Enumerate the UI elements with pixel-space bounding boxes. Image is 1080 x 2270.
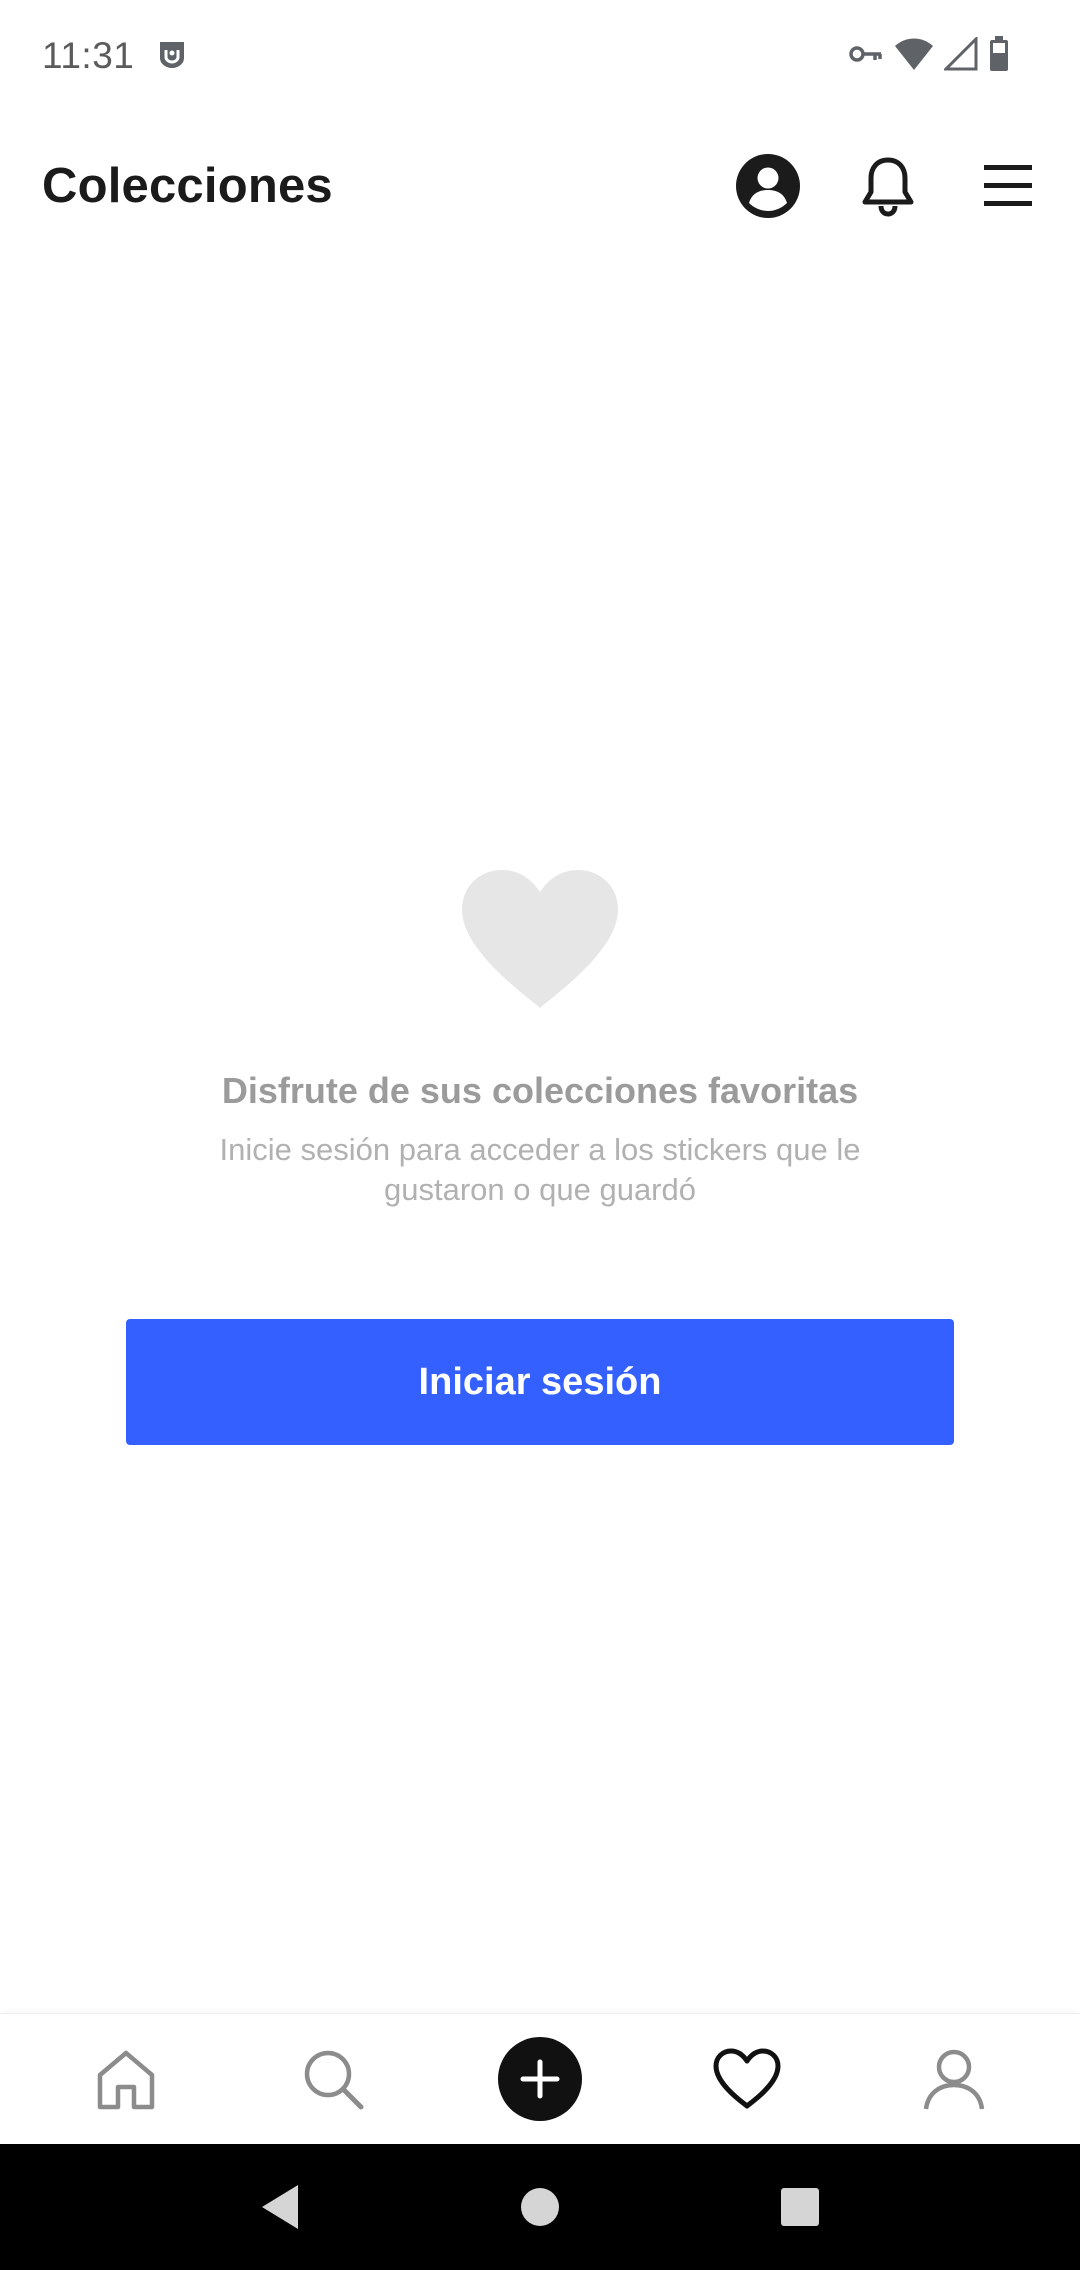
header-actions	[734, 152, 1042, 220]
system-recents-button[interactable]	[760, 2167, 840, 2247]
notifications-button[interactable]	[854, 152, 922, 220]
notification-app-icon	[156, 38, 188, 75]
vpn-key-icon	[848, 44, 884, 69]
wifi-icon	[894, 37, 934, 76]
status-bar: 11:31	[0, 0, 1080, 112]
profile-icon	[924, 2049, 985, 2110]
home-icon	[97, 2050, 154, 2110]
empty-state-subtitle: Inicie sesión para acceder a los sticker…	[219, 1132, 861, 1207]
add-button[interactable]	[497, 2037, 582, 2121]
empty-state-title: Disfrute de sus colecciones favoritas	[221, 1070, 859, 1111]
menu-button[interactable]	[974, 152, 1042, 220]
status-right	[848, 34, 1010, 77]
app-header: Colecciones	[0, 112, 1080, 260]
bell-icon	[862, 157, 914, 217]
nav-search[interactable]	[283, 2029, 383, 2129]
login-button[interactable]: Iniciar sesión	[126, 1319, 954, 1445]
status-left: 11:31	[42, 35, 188, 77]
search-icon	[304, 2050, 364, 2110]
nav-profile[interactable]	[904, 2029, 1004, 2129]
nav-add[interactable]	[490, 2029, 590, 2129]
system-back-button[interactable]	[240, 2167, 320, 2247]
favorites-icon	[713, 2048, 781, 2109]
cell-signal-icon	[942, 34, 978, 76]
account-icon	[736, 154, 800, 218]
recents-icon	[781, 2188, 819, 2226]
system-home-button[interactable]	[500, 2167, 580, 2247]
system-nav	[0, 2144, 1080, 2270]
status-time: 11:31	[42, 35, 135, 76]
bottom-nav	[0, 2013, 1080, 2144]
menu-icon	[984, 165, 1032, 206]
home-circle-icon	[521, 2188, 559, 2226]
nav-favorites[interactable]	[697, 2029, 797, 2129]
battery-icon	[988, 35, 1010, 77]
account-button[interactable]	[734, 152, 802, 220]
page-title: Colecciones	[42, 159, 333, 213]
empty-state: Disfrute de sus colecciones favoritas In…	[0, 870, 1080, 1210]
back-icon	[262, 2185, 298, 2229]
nav-home[interactable]	[76, 2029, 176, 2129]
heart-icon	[462, 870, 618, 1008]
add-icon	[520, 2059, 560, 2099]
